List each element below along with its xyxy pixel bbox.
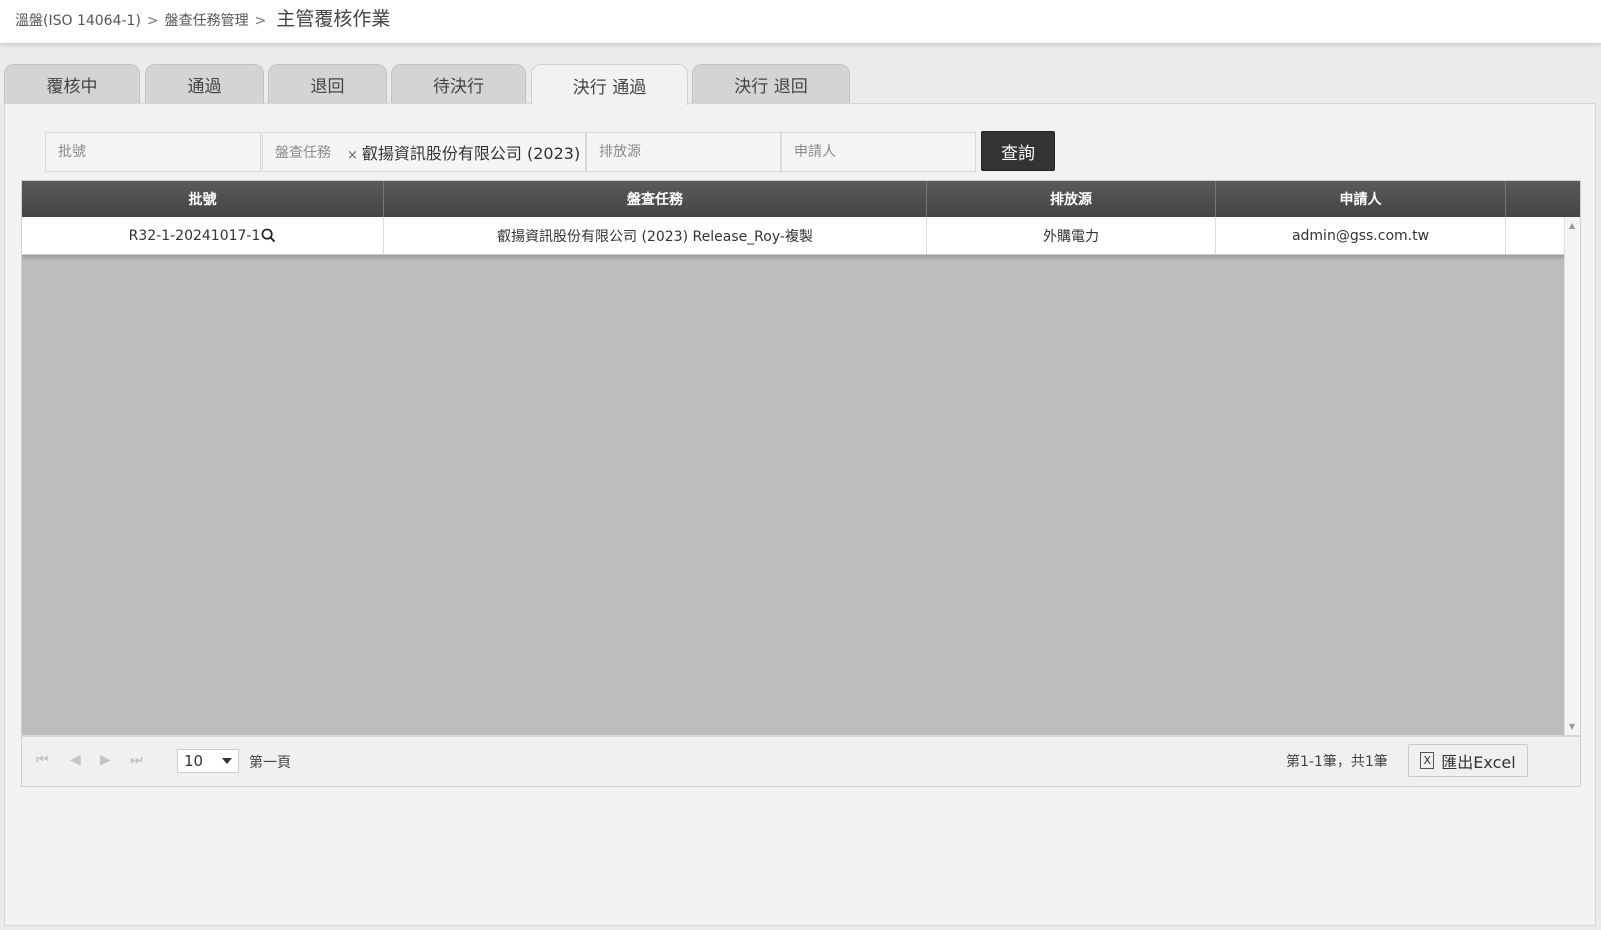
tab-returned[interactable]: 退回 [268,64,387,104]
tab-reviewing[interactable]: 覆核中 [4,64,140,104]
record-count: 第1-1筆，共1筆 [1286,754,1388,770]
cell-source: 外購電力 [927,217,1216,254]
column-header-task[interactable]: 盤查任務 [384,181,927,217]
task-filter-label: 盤查任務 [275,145,331,161]
query-button[interactable]: 查詢 [981,131,1055,171]
grid-footer: ⏮ ◀ ▶ ⏭ 10 第一頁 第1-1筆，共1筆 X 匯出Excel [22,735,1580,786]
column-header-source[interactable]: 排放源 [927,181,1216,217]
breadcrumb-item-task-management[interactable]: 盤查任務管理 [165,10,249,30]
tab-approved[interactable]: 通過 [145,64,264,104]
cell-spacer [1506,217,1564,254]
page-indicator: 第一頁 [249,755,291,771]
page-size-value: 10 [184,752,204,770]
export-excel-button[interactable]: X 匯出Excel [1408,744,1528,777]
remove-task-icon[interactable]: × [347,148,358,163]
applicant-input[interactable] [794,144,975,160]
table-row[interactable]: R32-1-20241017-1 叡揚資訊股份有限公司 (2023) Relea… [22,217,1564,255]
export-excel-label: 匯出Excel [1441,752,1516,772]
vertical-scrollbar[interactable]: ▲ ▼ [1564,217,1580,735]
breadcrumb-item-inventory[interactable]: 溫盤(ISO 14064-1) [15,10,141,30]
task-filter-value: 叡揚資訊股份有限公司 (2023) Release_Roy-複製 [361,144,585,163]
grid-header: 批號 盤查任務 排放源 申請人 [22,181,1580,217]
batch-number: R32-1-20241017-1 [128,227,261,244]
tab-decision-returned[interactable]: 決行 退回 [692,64,850,104]
breadcrumb: 溫盤(ISO 14064-1) > 盤查任務管理 > 主管覆核作業 [15,4,390,31]
scroll-down-icon[interactable]: ▼ [1569,722,1575,731]
task-filter[interactable]: 盤查任務 × 叡揚資訊股份有限公司 (2023) Release_Roy-複製 [262,132,586,172]
tab-decision-approved[interactable]: 決行 通過 [531,64,688,105]
breadcrumb-separator: > [146,13,159,29]
applicant-filter[interactable] [781,132,976,172]
source-filter[interactable] [586,132,781,172]
next-page-icon[interactable]: ▶ [100,752,111,768]
chevron-down-icon [222,758,232,764]
breadcrumb-separator: > [254,13,267,29]
source-input[interactable] [599,144,780,160]
scroll-up-icon[interactable]: ▲ [1569,221,1575,230]
page-size-select[interactable]: 10 [177,749,239,773]
last-page-icon[interactable]: ⏭ [130,752,143,768]
tab-pending-decision[interactable]: 待決行 [391,64,526,104]
column-header-applicant[interactable]: 申請人 [1216,181,1506,217]
cell-task: 叡揚資訊股份有限公司 (2023) Release_Roy-複製 [384,217,927,254]
batch-filter[interactable] [45,132,261,172]
prev-page-icon[interactable]: ◀ [70,752,81,768]
first-page-icon[interactable]: ⏮ [36,752,49,768]
cell-batch[interactable]: R32-1-20241017-1 [22,217,384,254]
column-header-batch[interactable]: 批號 [22,181,384,217]
row-shadow [22,255,1564,261]
batch-input[interactable] [58,144,260,160]
page-title: 主管覆核作業 [276,8,391,30]
excel-icon: X [1420,752,1435,769]
cell-applicant: admin@gss.com.tw [1216,217,1506,254]
search-icon[interactable] [261,228,276,243]
results-grid: 批號 盤查任務 排放源 申請人 R32-1-20241017-1 叡揚資訊股份有… [21,180,1581,787]
top-bar: 溫盤(ISO 14064-1) > 盤查任務管理 > 主管覆核作業 [0,0,1601,43]
column-header-spacer [1506,181,1580,217]
